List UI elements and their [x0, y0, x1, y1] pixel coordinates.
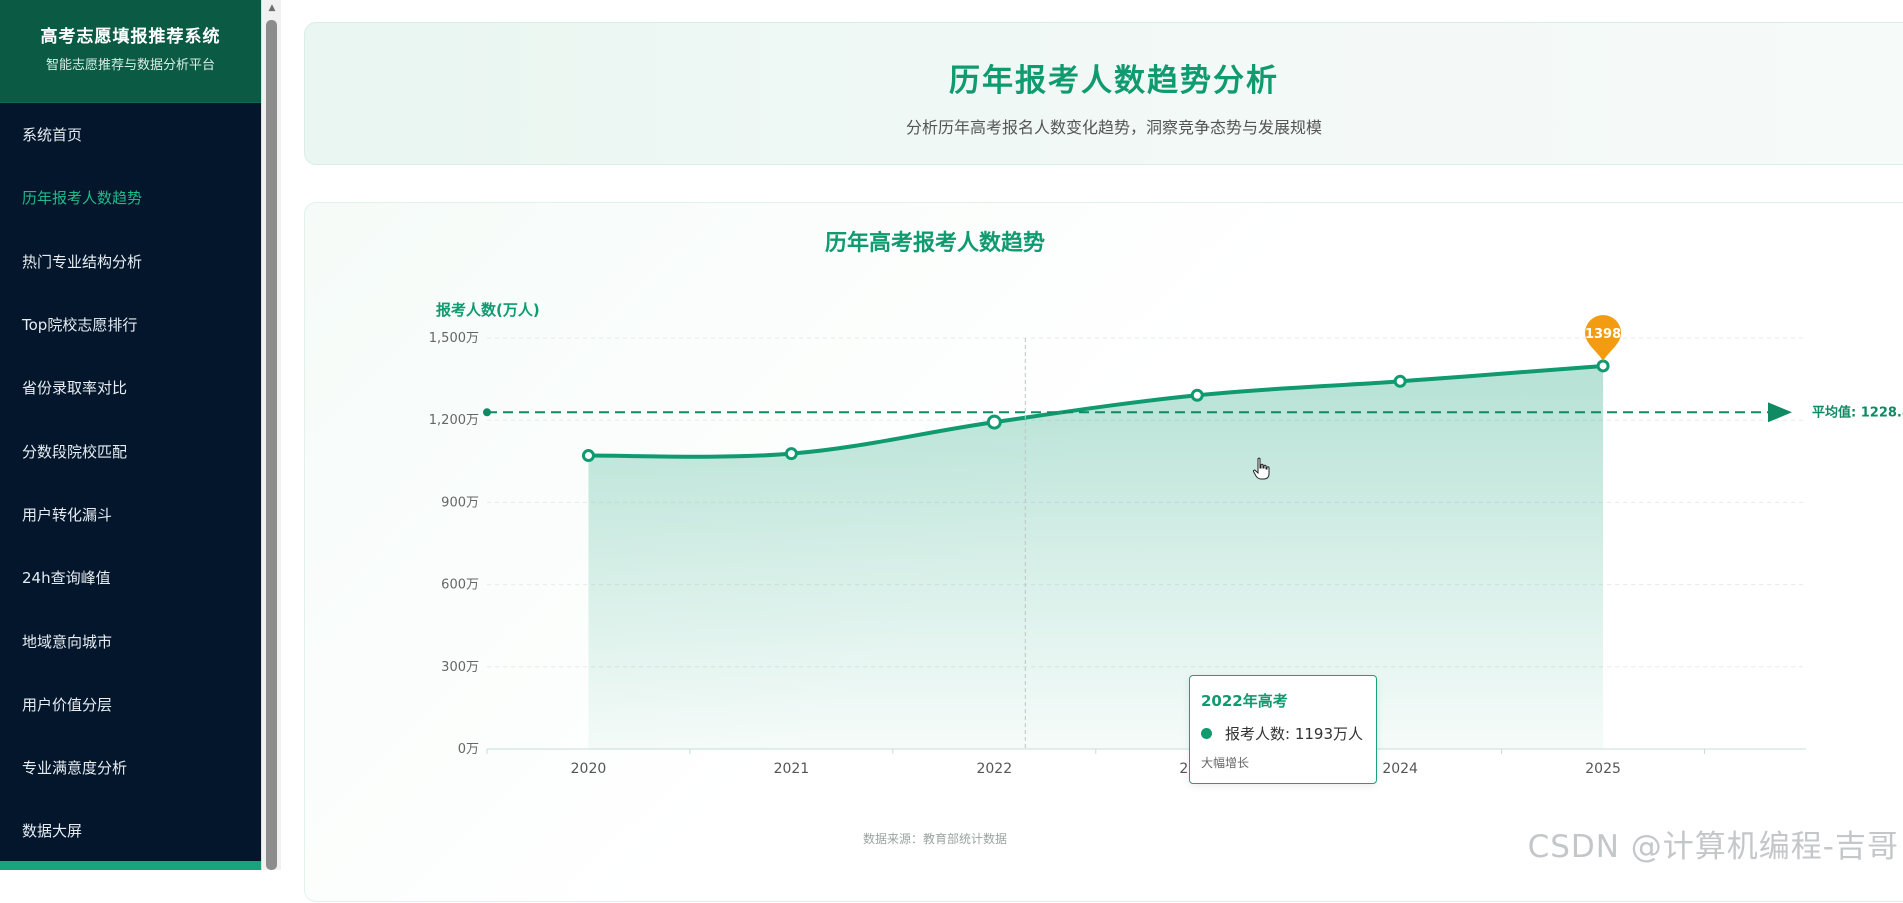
sidebar-nav: 系统首页 历年报考人数趋势 热门专业结构分析 Top院校志愿排行 省份录取率对比… — [0, 103, 261, 863]
tooltip-row: 报考人数: 1193万人 — [1201, 723, 1376, 744]
sidebar-item-top-colleges[interactable]: Top院校志愿排行 — [0, 293, 261, 356]
sidebar-item-applicant-trend[interactable]: 历年报考人数趋势 — [0, 166, 261, 229]
chart-tooltip: 2022年高考 报考人数: 1193万人 大幅增长 — [1189, 675, 1377, 784]
average-label: 平均值: 1228.83万人 — [1812, 404, 1903, 420]
main-content: 历年报考人数趋势分析 分析历年高考报名人数变化趋势，洞察竞争态势与发展规模 历年… — [281, 0, 1903, 902]
data-point — [986, 414, 1002, 430]
tooltip-title: 2022年高考 — [1201, 692, 1288, 710]
sidebar-item-province-admission[interactable]: 省份录取率对比 — [0, 356, 261, 419]
sidebar-item-dashboard[interactable]: 数据大屏 — [0, 799, 261, 862]
page-title: 历年报考人数趋势分析 — [949, 63, 1279, 99]
data-point — [1596, 359, 1610, 373]
sidebar-item-major-structure[interactable]: 热门专业结构分析 — [0, 230, 261, 293]
sidebar-item-target-cities[interactable]: 地域意向城市 — [0, 609, 261, 672]
x-tick-label: 2020 — [571, 761, 607, 777]
data-point — [1393, 374, 1407, 388]
y-axis-title: 报考人数(万人) — [436, 301, 540, 319]
x-tick-label: 2024 — [1382, 761, 1418, 777]
tooltip-note: 大幅增长 — [1201, 756, 1250, 770]
x-tick-label: 2021 — [774, 761, 810, 777]
y-tick-label: 1,500万 — [429, 331, 479, 346]
average-line-start-dot — [483, 408, 491, 417]
sidebar-bottom-bar — [0, 861, 261, 870]
series-area-fill — [588, 365, 1604, 749]
y-tick-label: 600万 — [441, 578, 479, 593]
y-tick-label: 1,200万 — [429, 413, 479, 428]
tooltip-value: 报考人数: 1193万人 — [1225, 725, 1363, 743]
data-source-note: 数据来源：教育部统计数据 — [862, 832, 1007, 846]
data-point — [1190, 388, 1204, 402]
y-tick-label: 900万 — [441, 495, 479, 510]
scroll-thumb[interactable] — [266, 20, 277, 870]
y-tick-label: 0万 — [458, 742, 479, 757]
sidebar-item-conversion-funnel[interactable]: 用户转化漏斗 — [0, 483, 261, 546]
sidebar-header: 高考志愿填报推荐系统 智能志愿推荐与数据分析平台 — [0, 0, 261, 103]
sidebar: 高考志愿填报推荐系统 智能志愿推荐与数据分析平台 系统首页 历年报考人数趋势 热… — [0, 0, 261, 870]
app-title: 高考志愿填报推荐系统 — [40, 27, 221, 47]
sidebar-item-query-peak[interactable]: 24h查询峰值 — [0, 546, 261, 609]
sidebar-item-home[interactable]: 系统首页 — [0, 103, 261, 166]
x-tick-label: 2025 — [1585, 761, 1621, 777]
sidebar-item-score-matching[interactable]: 分数段院校匹配 — [0, 419, 261, 482]
page-header: 历年报考人数趋势分析 分析历年高考报名人数变化趋势，洞察竞争态势与发展规模 — [304, 22, 1903, 165]
max-marker-label: 1398 — [1585, 327, 1621, 342]
app-subtitle: 智能志愿推荐与数据分析平台 — [45, 58, 215, 73]
trend-chart[interactable]: 0万 300万 600万 900万 1,200万 1,500万 报考人数(万人) 2020 20… — [305, 203, 1903, 903]
y-tick-label: 300万 — [441, 660, 479, 675]
sidebar-item-user-value[interactable]: 用户价值分层 — [0, 673, 261, 736]
sidebar-item-major-satisfaction[interactable]: 专业满意度分析 — [0, 736, 261, 799]
x-tick-label: 2022 — [976, 761, 1012, 777]
chart-card: 历年高考报考人数趋势 0万 300万 600万 900万 1,200万 1,500万 报考人… — [304, 202, 1903, 902]
data-point — [784, 447, 798, 461]
hand-cursor-icon — [1252, 457, 1270, 480]
page-subtitle: 分析历年高考报名人数变化趋势，洞察竞争态势与发展规模 — [905, 118, 1322, 137]
data-point — [581, 449, 595, 463]
watermark: CSDN @计算机编程-吉哥 — [1527, 829, 1899, 865]
scroll-up-icon[interactable]: ▲ — [262, 0, 282, 16]
series-dot-icon — [1201, 728, 1212, 739]
vertical-scrollbar[interactable]: ▲ — [261, 0, 282, 870]
